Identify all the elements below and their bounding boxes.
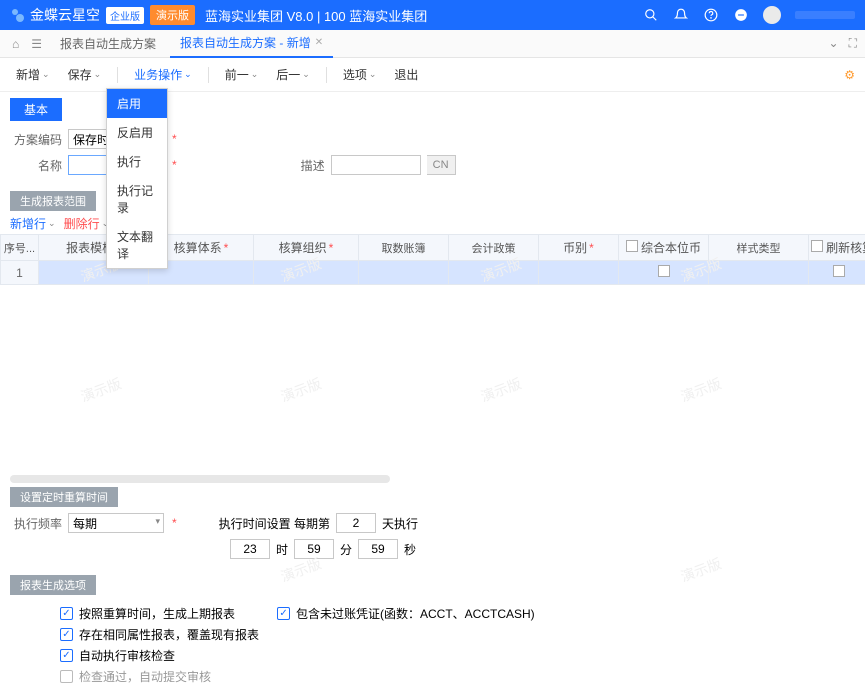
col-compcur[interactable]: 综合本位币 bbox=[619, 235, 709, 261]
save-button[interactable]: 保存⌄ bbox=[62, 62, 108, 87]
cell-book[interactable] bbox=[359, 261, 449, 285]
opt3-checkbox[interactable] bbox=[60, 628, 73, 641]
dd-enable[interactable]: 启用 bbox=[107, 89, 167, 118]
dd-execlog[interactable]: 执行记录 bbox=[107, 176, 167, 222]
opt4-label: 自动执行审核检查 bbox=[79, 647, 175, 664]
timer-header: 设置定时重算时间 bbox=[10, 487, 118, 507]
bizop-dropdown: 启用 反启用 执行 执行记录 文本翻译 bbox=[106, 88, 168, 269]
minimize-icon[interactable] bbox=[733, 7, 749, 23]
freq-select[interactable] bbox=[68, 513, 164, 533]
col-seq[interactable]: 序号... bbox=[1, 235, 39, 261]
search-icon[interactable] bbox=[643, 7, 659, 23]
name-label: 名称 bbox=[10, 157, 62, 174]
edition-badge: 企业版 bbox=[106, 7, 144, 24]
opt1-label: 按照重算时间，生成上期报表 bbox=[79, 605, 235, 622]
addrow-button[interactable]: 新增行⌄ bbox=[10, 215, 56, 232]
cell-policy[interactable] bbox=[449, 261, 539, 285]
freq-label: 执行频率 bbox=[10, 515, 62, 532]
opt4-checkbox[interactable] bbox=[60, 649, 73, 662]
second-input[interactable] bbox=[358, 539, 398, 559]
desc-input[interactable] bbox=[331, 155, 421, 175]
close-icon[interactable]: ✕ bbox=[315, 37, 323, 48]
scope-header: 生成报表范围 bbox=[10, 191, 96, 211]
opt3-label: 存在相同属性报表，覆盖现有报表 bbox=[79, 626, 259, 643]
watermark: 演示版 bbox=[78, 373, 124, 406]
logo-icon bbox=[10, 7, 26, 23]
toolbar: 新增⌄ 保存⌄ 业务操作⌄ 前一⌄ 后一⌄ 选项⌄ 退出 ⚙ 启用 反启用 执行… bbox=[0, 58, 865, 92]
cell-org[interactable] bbox=[254, 261, 359, 285]
hour-input[interactable] bbox=[230, 539, 270, 559]
col-refresh[interactable]: 刷新核算维 bbox=[809, 235, 865, 261]
cell-compcur[interactable] bbox=[619, 261, 709, 285]
cell-currency[interactable] bbox=[539, 261, 619, 285]
cell-refresh[interactable] bbox=[809, 261, 865, 285]
minute-label: 分 bbox=[340, 541, 352, 558]
col-style[interactable]: 样式类型 bbox=[709, 235, 809, 261]
menu-icon[interactable]: ☰ bbox=[27, 37, 46, 51]
tab-label: 报表自动生成方案 bbox=[60, 35, 156, 52]
basic-tab[interactable]: 基本 bbox=[10, 98, 62, 121]
col-org[interactable]: 核算组织* bbox=[254, 235, 359, 261]
tab-bar: ⌂ ☰ 报表自动生成方案 报表自动生成方案 - 新增 ✕ ⌄ ⛶ bbox=[0, 30, 865, 58]
exit-button[interactable]: 退出 bbox=[388, 62, 424, 87]
watermark: 演示版 bbox=[478, 373, 524, 406]
dd-translate[interactable]: 文本翻译 bbox=[107, 222, 167, 268]
required-mark: * bbox=[172, 158, 177, 172]
col-policy[interactable]: 会计政策 bbox=[449, 235, 539, 261]
new-button[interactable]: 新增⌄ bbox=[10, 62, 56, 87]
col-currency[interactable]: 币别* bbox=[539, 235, 619, 261]
col-book[interactable]: 取数账簿 bbox=[359, 235, 449, 261]
hour-label: 时 bbox=[276, 541, 288, 558]
tab-new[interactable]: 报表自动生成方案 - 新增 ✕ bbox=[170, 30, 333, 58]
opt1-checkbox[interactable] bbox=[60, 607, 73, 620]
tab-list[interactable]: 报表自动生成方案 bbox=[50, 30, 166, 58]
bell-icon[interactable] bbox=[673, 7, 689, 23]
collapse-icon[interactable]: ⌄ bbox=[829, 36, 839, 51]
genopt-header: 报表生成选项 bbox=[10, 575, 96, 595]
header-title: 蓝海实业集团 V8.0 | 100 蓝海实业集团 bbox=[205, 6, 427, 25]
day-suffix: 天执行 bbox=[382, 515, 418, 532]
demo-badge: 演示版 bbox=[150, 5, 195, 25]
prev-button[interactable]: 前一⌄ bbox=[219, 62, 265, 87]
row-index: 1 bbox=[1, 261, 39, 285]
required-mark: * bbox=[172, 516, 177, 530]
gear-icon[interactable]: ⚙ bbox=[844, 68, 855, 82]
opt5-label: 检查通过，自动提交审核 bbox=[79, 668, 211, 685]
home-icon[interactable]: ⌂ bbox=[8, 37, 23, 51]
code-label: 方案编码 bbox=[10, 131, 62, 148]
delrow-button[interactable]: 删除行⌄ bbox=[64, 215, 110, 232]
horizontal-scrollbar[interactable] bbox=[10, 475, 390, 483]
opt2-label: 包含未过账凭证(函数：ACCT、ACCTCASH) bbox=[296, 605, 535, 622]
fullscreen-icon[interactable]: ⛶ bbox=[849, 36, 857, 51]
minute-input[interactable] bbox=[294, 539, 334, 559]
bizop-button[interactable]: 业务操作⌄ bbox=[128, 62, 198, 87]
app-header: 金蝶云星空 企业版 演示版 蓝海实业集团 V8.0 | 100 蓝海实业集团 bbox=[0, 0, 865, 30]
tab-label: 报表自动生成方案 - 新增 bbox=[180, 34, 311, 51]
dd-disable[interactable]: 反启用 bbox=[107, 118, 167, 147]
lang-suffix[interactable]: CN bbox=[427, 155, 456, 175]
opt2-checkbox[interactable] bbox=[277, 607, 290, 620]
time-label: 执行时间设置 每期第 bbox=[219, 515, 330, 532]
brand-name: 金蝶云星空 bbox=[30, 5, 100, 25]
second-label: 秒 bbox=[404, 541, 416, 558]
opt5-checkbox[interactable] bbox=[60, 670, 73, 683]
desc-label: 描述 bbox=[289, 157, 325, 174]
watermark: 演示版 bbox=[278, 373, 324, 406]
user-name-placeholder bbox=[795, 11, 855, 19]
next-button[interactable]: 后一⌄ bbox=[270, 62, 316, 87]
dd-exec[interactable]: 执行 bbox=[107, 147, 167, 176]
option-button[interactable]: 选项⌄ bbox=[337, 62, 383, 87]
day-input[interactable] bbox=[336, 513, 376, 533]
watermark: 演示版 bbox=[678, 373, 724, 406]
avatar[interactable] bbox=[763, 6, 781, 24]
required-mark: * bbox=[172, 132, 177, 146]
cell-style[interactable] bbox=[709, 261, 809, 285]
help-icon[interactable] bbox=[703, 7, 719, 23]
